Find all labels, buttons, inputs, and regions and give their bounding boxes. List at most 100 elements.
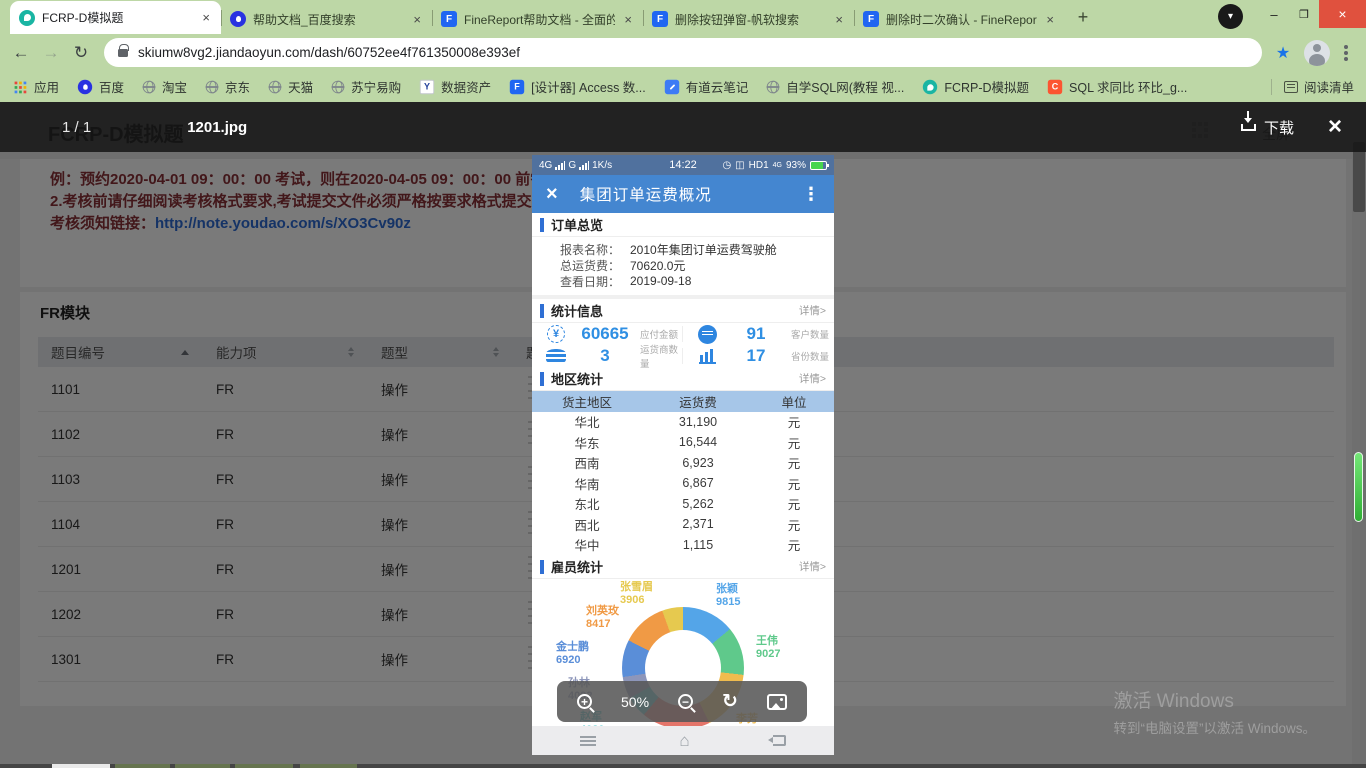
tab-close-icon[interactable]: × [200, 10, 212, 25]
region-column-header: 货主地区 [561, 395, 612, 410]
region-cell: 5,262 [682, 496, 714, 511]
bookmark-item[interactable]: 数据资产 [419, 77, 491, 96]
back-button[interactable]: ← [6, 43, 36, 63]
app-title: 集团订单运费概况 [579, 187, 712, 204]
bookmark-item[interactable]: 京东 [205, 77, 250, 96]
android-back-icon[interactable] [768, 735, 786, 746]
donut-label: 张颖 9815 [716, 583, 740, 609]
bookmark-item[interactable]: 自学SQL网(教程 视... [766, 77, 904, 96]
tab-close-icon[interactable]: × [411, 12, 423, 27]
bookmark-item[interactable]: 淘宝 [142, 77, 187, 96]
minimize-button[interactable]: – [1259, 0, 1289, 28]
tab-item[interactable]: FineReport帮助文档 - 全面的 × [432, 4, 643, 34]
profile-button[interactable]: ▾ [1218, 4, 1243, 29]
bookmark-item[interactable]: FCRP-D模拟题 [922, 77, 1029, 96]
browser-menu-icon[interactable] [1344, 50, 1348, 55]
region-cell: 东北 [574, 498, 600, 513]
region-row: 东北 5,262 元 [532, 494, 834, 515]
lightbox-close-button[interactable]: × [1328, 115, 1342, 139]
donut-label-name: 金士鹏 [556, 641, 589, 653]
coins-icon-shape [546, 348, 566, 364]
rotate-icon[interactable]: ↻ [722, 692, 738, 711]
tab-close-icon[interactable]: × [1044, 12, 1056, 27]
bookmark-label: 应用 [34, 81, 60, 95]
android-menu-icon[interactable] [580, 735, 596, 746]
scroll-indicator[interactable] [1354, 452, 1363, 522]
bookmark-item[interactable]: 天猫 [268, 77, 313, 96]
bookmark-item[interactable]: 苏宁易购 [331, 77, 401, 96]
battery-icon [810, 160, 829, 170]
employee-section-header: 雇员统计 详情> [532, 555, 834, 579]
region-cell: 元 [787, 457, 801, 472]
url-text[interactable]: skiumw8vg2.jiandaoyun.com/dash/60752ee4f… [138, 45, 520, 60]
stat-value: 3 [600, 346, 610, 365]
vibrate-icon: ◫ [735, 159, 745, 171]
taskbar-segment [235, 764, 293, 768]
bookmark-item[interactable]: SQL 求同比 环比_g... [1047, 77, 1187, 96]
taskbar-segment [300, 764, 357, 768]
region-cell: 西南 [574, 457, 600, 472]
region-cell: 元 [787, 477, 801, 492]
tab-close-icon[interactable]: × [622, 12, 634, 27]
region-more-link[interactable]: 详情> [799, 371, 826, 386]
address-bar[interactable]: skiumw8vg2.jiandaoyun.com/dash/60752ee4f… [104, 38, 1262, 67]
stat-label: 运货商数量 [640, 345, 679, 370]
lightbox-toolbar: + 50% − ↻ [557, 681, 807, 722]
forward-button[interactable]: → [36, 43, 66, 63]
taskbar-segment [175, 764, 230, 768]
taskbar-segment [115, 764, 170, 768]
tab-close-icon[interactable]: × [833, 12, 845, 27]
region-cell: 华东 [574, 436, 600, 451]
region-cell: 16,544 [678, 435, 718, 450]
donut-label: 刘英玫 8417 [586, 605, 619, 631]
donut-label: 金士鹏 6920 [556, 641, 589, 667]
alarm-icon: ◷ [722, 159, 732, 171]
download-button[interactable]: 下载 [1264, 117, 1294, 138]
employee-more-link[interactable]: 详情> [799, 559, 826, 574]
reload-button[interactable]: ↻ [66, 43, 96, 63]
tab-item[interactable]: 删除时二次确认 - FineReport × [854, 4, 1065, 34]
bookmarks-bar: 应用 百度 淘宝 京东 天猫 苏宁易购 数据资产 [设计器] Access 数... 有道云笔记… [0, 71, 1366, 102]
bookmark-item[interactable]: 应用 [12, 77, 59, 96]
globe-icon [268, 80, 282, 93]
donut-label-value: 9027 [756, 648, 781, 660]
phone-app-bar: × 集团订单运费概况 ⋮ [532, 175, 834, 213]
original-image-icon[interactable] [766, 693, 787, 710]
android-home-icon[interactable]: ⌂ [679, 732, 689, 749]
app-close-icon[interactable]: × [546, 183, 558, 206]
net-sup-label: 4G [772, 161, 782, 169]
browser-chrome: FCRP-D模拟题×帮助文档_百度搜索×FineReport帮助文档 - 全面的… [0, 0, 1366, 102]
bookmark-item[interactable]: 百度 [77, 77, 124, 96]
tab-item[interactable]: 删除按钮弹窗-帆软搜索 × [643, 4, 854, 34]
tab-title: 删除时二次确认 - FineReport [886, 12, 1038, 27]
app-menu-icon[interactable]: ⋮ [802, 184, 820, 205]
reading-list-label[interactable]: 阅读清单 [1304, 77, 1354, 96]
bookmark-label: 淘宝 [162, 81, 188, 95]
reading-list-icon [1283, 80, 1298, 93]
overview-row: 总运货费： 70620.0元 [532, 257, 834, 273]
window-close-button[interactable]: × [1319, 0, 1366, 28]
bookmark-label: [设计器] Access 数... [531, 81, 646, 95]
zoom-out-icon[interactable]: − [678, 694, 694, 709]
bookmarks-list: 应用 百度 淘宝 京东 天猫 苏宁易购 数据资产 [设计器] Access 数... 有道云笔记… [12, 77, 1205, 96]
section-accent-bar [540, 371, 544, 386]
bookmark-star-icon[interactable]: ★ [1270, 43, 1296, 63]
bookmark-item[interactable]: 有道云笔记 [664, 77, 748, 96]
profile-avatar[interactable] [1304, 39, 1330, 66]
stat-label: 客户数量 [791, 330, 830, 341]
zoom-in-icon[interactable]: + [577, 694, 592, 709]
overview-row: 查看日期： 2019-09-18 [532, 273, 834, 289]
tab-item[interactable]: 帮助文档_百度搜索 × [221, 4, 432, 34]
card-icon [695, 324, 719, 344]
region-cell: 元 [787, 498, 801, 513]
new-tab-button[interactable]: + [1069, 3, 1097, 31]
stat-item: 3 运货商数量 [532, 345, 683, 370]
bookmark-item[interactable]: [设计器] Access 数... [509, 77, 646, 96]
donut-label-value: 9815 [716, 596, 741, 608]
region-row: 华东 16,544 元 [532, 432, 834, 453]
bookmark-label: 天猫 [288, 81, 314, 95]
stats-more-link[interactable]: 详情> [799, 303, 826, 318]
tab-active[interactable]: FCRP-D模拟题 × [10, 1, 221, 34]
region-table: 货主地区 运货费 单位 华北 31,190 元华东 16,544 元西南 6,923 元华南 6,8… [532, 391, 834, 555]
restore-button[interactable]: ❐ [1289, 0, 1319, 28]
